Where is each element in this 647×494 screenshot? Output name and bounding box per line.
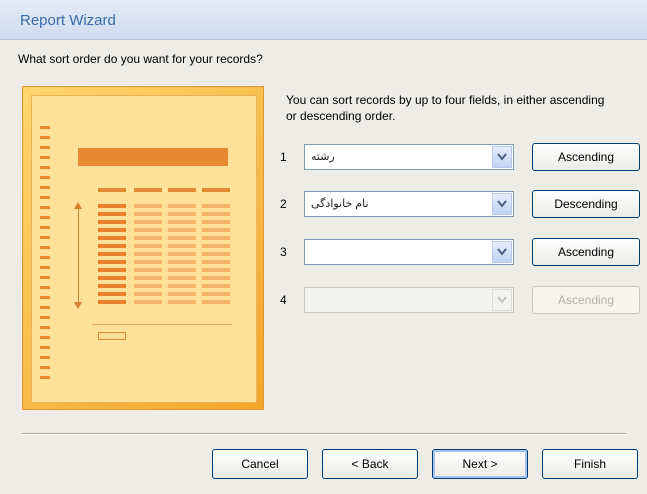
sort-field-1-combo[interactable]: رشته xyxy=(304,144,514,170)
chevron-down-icon xyxy=(492,289,512,311)
column-header xyxy=(168,188,196,192)
finish-button[interactable]: Finish xyxy=(542,449,638,479)
sort-field-value xyxy=(311,293,491,309)
sort-instruction: You can sort records by up to four field… xyxy=(286,93,605,123)
column-header xyxy=(134,188,162,192)
sort-row-4: 4 Ascending xyxy=(280,286,640,314)
sort-order-1-button[interactable]: Ascending xyxy=(532,143,640,171)
report-title-block xyxy=(78,148,228,166)
sort-field-value xyxy=(311,245,491,261)
report-sheet xyxy=(31,95,257,403)
sort-order-3-button[interactable]: Ascending xyxy=(532,238,640,266)
binding-strip xyxy=(40,126,50,386)
chevron-down-icon[interactable] xyxy=(492,241,512,263)
wizard-question: What sort order do you want for your rec… xyxy=(18,52,263,66)
sort-arrow-line xyxy=(78,208,79,304)
data-column xyxy=(134,204,162,306)
data-column xyxy=(168,204,196,306)
column-header xyxy=(98,188,126,192)
window-title: Report Wizard xyxy=(20,12,116,29)
sort-field-2-combo[interactable]: نام خانوادگی xyxy=(304,191,514,217)
sort-field-value: رشته xyxy=(311,151,335,163)
next-button[interactable]: Next > xyxy=(432,449,528,479)
sort-row-1: 1 رشته Ascending xyxy=(280,143,640,171)
sort-row-2: 2 نام خانوادگی Descending xyxy=(280,190,640,218)
sort-arrow-down-icon xyxy=(74,302,82,309)
button-separator xyxy=(22,433,626,435)
title-bar: Report Wizard xyxy=(0,0,647,40)
sort-field-3-combo[interactable] xyxy=(304,239,514,265)
cancel-button[interactable]: Cancel xyxy=(212,449,308,479)
back-button[interactable]: < Back xyxy=(322,449,418,479)
data-column xyxy=(202,204,230,306)
sort-order-2-button[interactable]: Descending xyxy=(532,190,640,218)
chevron-down-icon[interactable] xyxy=(492,193,512,215)
chevron-down-icon[interactable] xyxy=(492,146,512,168)
column-header xyxy=(202,188,230,192)
sort-order-4-button: Ascending xyxy=(532,286,640,314)
sort-field-value: نام خانوادگی xyxy=(311,198,369,210)
sort-number: 1 xyxy=(280,150,287,164)
sort-number: 2 xyxy=(280,197,287,211)
sort-number: 4 xyxy=(280,293,287,307)
sort-field-4-combo xyxy=(304,287,514,313)
report-footer-line xyxy=(92,324,232,325)
report-footer-box xyxy=(98,332,126,340)
sort-number: 3 xyxy=(280,245,287,259)
sort-row-3: 3 Ascending xyxy=(280,238,640,266)
report-preview-illustration xyxy=(22,86,264,410)
sorted-column xyxy=(98,204,126,306)
